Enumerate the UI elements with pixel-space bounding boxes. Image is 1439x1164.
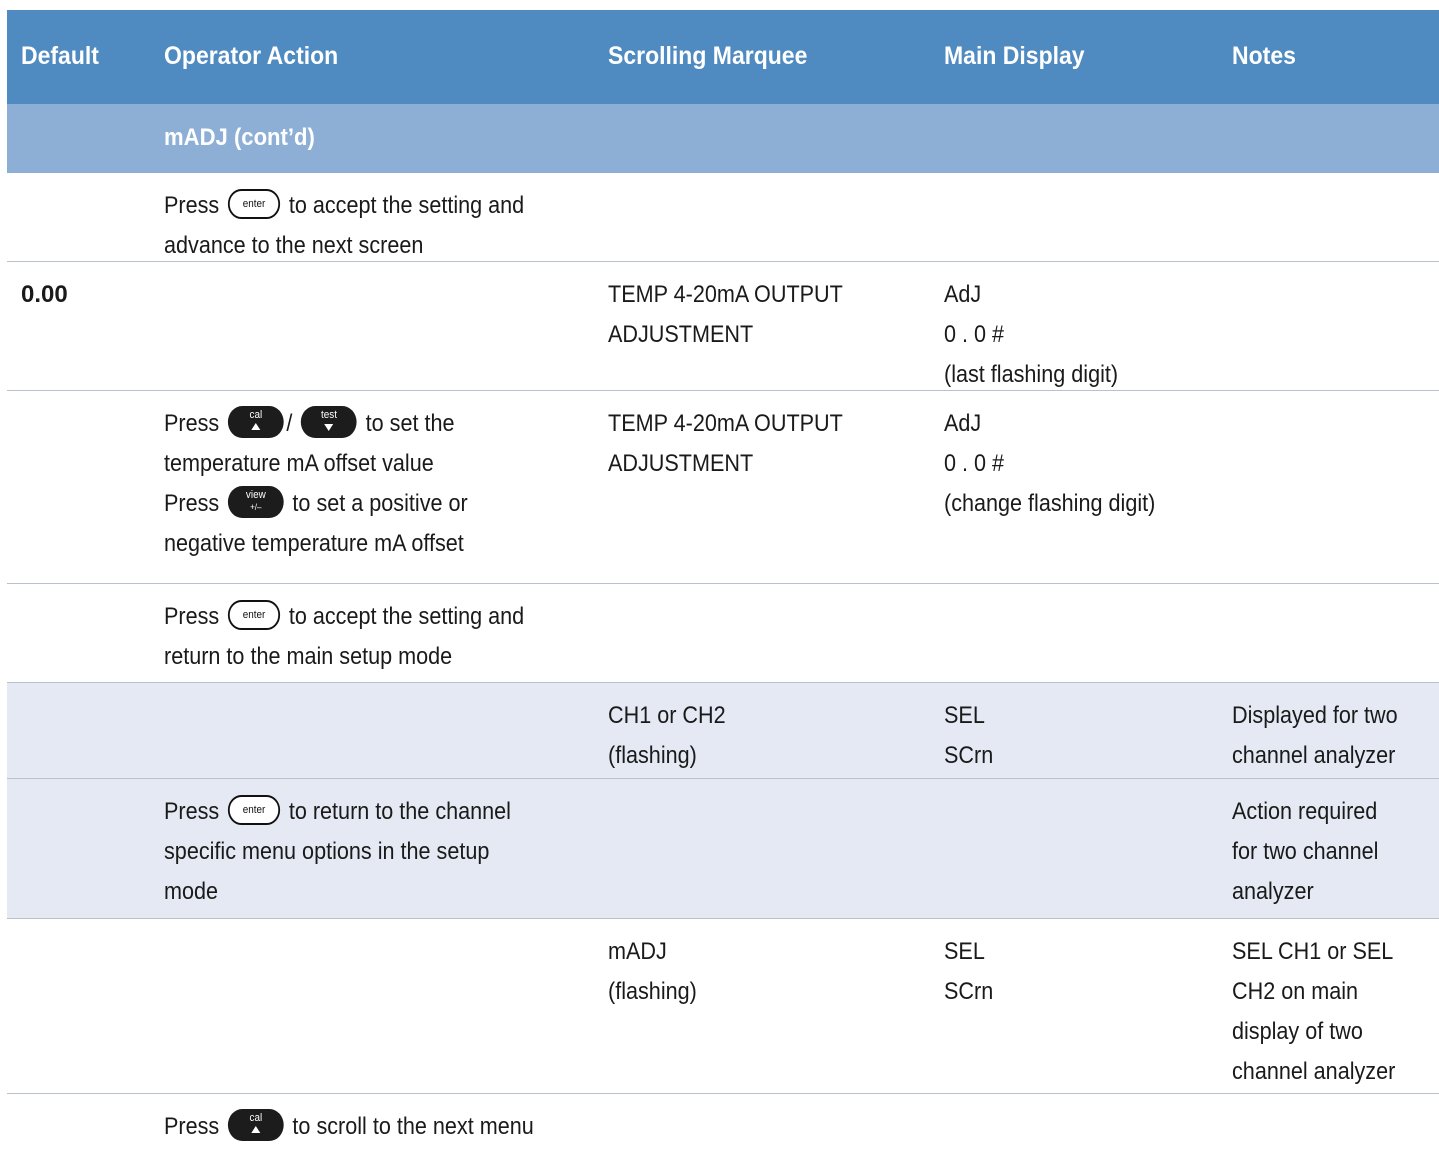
marquee-cell: mADJ (flashing) — [608, 938, 697, 1005]
table-row: mADJ (flashing) SEL SCrn SEL CH1 or SEL … — [7, 919, 1439, 1094]
header-operator-action: Operator Action — [164, 42, 339, 70]
table-row: Press cal / test to set the temperature m… — [7, 391, 1439, 584]
notes-cell: Action required for two channel analyzer — [1232, 798, 1379, 905]
cal-up-key-icon: cal — [227, 405, 284, 438]
table-row: Press enter to accept the setting and re… — [7, 584, 1439, 683]
operator-action-cell: Press enter to accept the setting and re… — [164, 597, 594, 677]
table-row: Press enter to accept the setting and ad… — [7, 173, 1439, 262]
table-row: Press enter to return to the channel spe… — [7, 779, 1439, 919]
marquee-cell: TEMP 4-20mA OUTPUT ADJUSTMENT — [608, 281, 843, 348]
header-default: Default — [21, 42, 99, 70]
cal-up-key-icon: cal — [227, 1108, 284, 1141]
test-down-key-icon: test — [301, 405, 357, 438]
table-header: Default Operator Action Scrolling Marque… — [7, 10, 1439, 104]
marquee-cell: TEMP 4-20mA OUTPUT ADJUSTMENT — [608, 410, 843, 477]
notes-cell: SEL CH1 or SEL CH2 on main display of tw… — [1232, 938, 1396, 1085]
operator-action-cell: Press cal to scroll to the next menu — [164, 1107, 594, 1147]
marquee-cell: CH1 or CH2 (flashing) — [608, 702, 726, 769]
main-display-cell: SEL SCrn — [944, 938, 994, 1005]
procedure-table: Default Operator Action Scrolling Marque… — [7, 10, 1439, 1164]
enter-key-icon: enter — [227, 188, 281, 219]
view-plus-minus-key-icon: view +/– — [227, 485, 284, 518]
section-title: mADJ (cont’d) — [164, 124, 315, 151]
header-scrolling-marquee: Scrolling Marquee — [608, 42, 808, 70]
main-display-cell: AdJ 0 . 0 # (last flashing digit) — [944, 281, 1119, 388]
section-row: mADJ (cont’d) — [7, 104, 1439, 173]
enter-key-icon: enter — [227, 794, 281, 825]
operator-action-cell: Press cal / test to set the temperature m… — [164, 404, 594, 564]
enter-key-icon: enter — [227, 599, 281, 630]
default-value: 0.00 — [21, 281, 68, 308]
table-row: CH1 or CH2 (flashing) SEL SCrn Displayed… — [7, 683, 1439, 779]
operator-action-cell: Press enter to return to the channel spe… — [164, 792, 594, 912]
header-main-display: Main Display — [944, 42, 1085, 70]
main-display-cell: AdJ 0 . 0 # (change flashing digit) — [944, 410, 1156, 517]
header-notes: Notes — [1232, 42, 1296, 70]
table-row: Press cal to scroll to the next menu — [7, 1094, 1439, 1164]
operator-action-cell: Press enter to accept the setting and ad… — [164, 186, 594, 266]
main-display-cell: SEL SCrn — [944, 702, 994, 769]
table-row: 0.00 TEMP 4-20mA OUTPUT ADJUSTMENT AdJ 0… — [7, 262, 1439, 391]
notes-cell: Displayed for two channel analyzer — [1232, 702, 1398, 769]
